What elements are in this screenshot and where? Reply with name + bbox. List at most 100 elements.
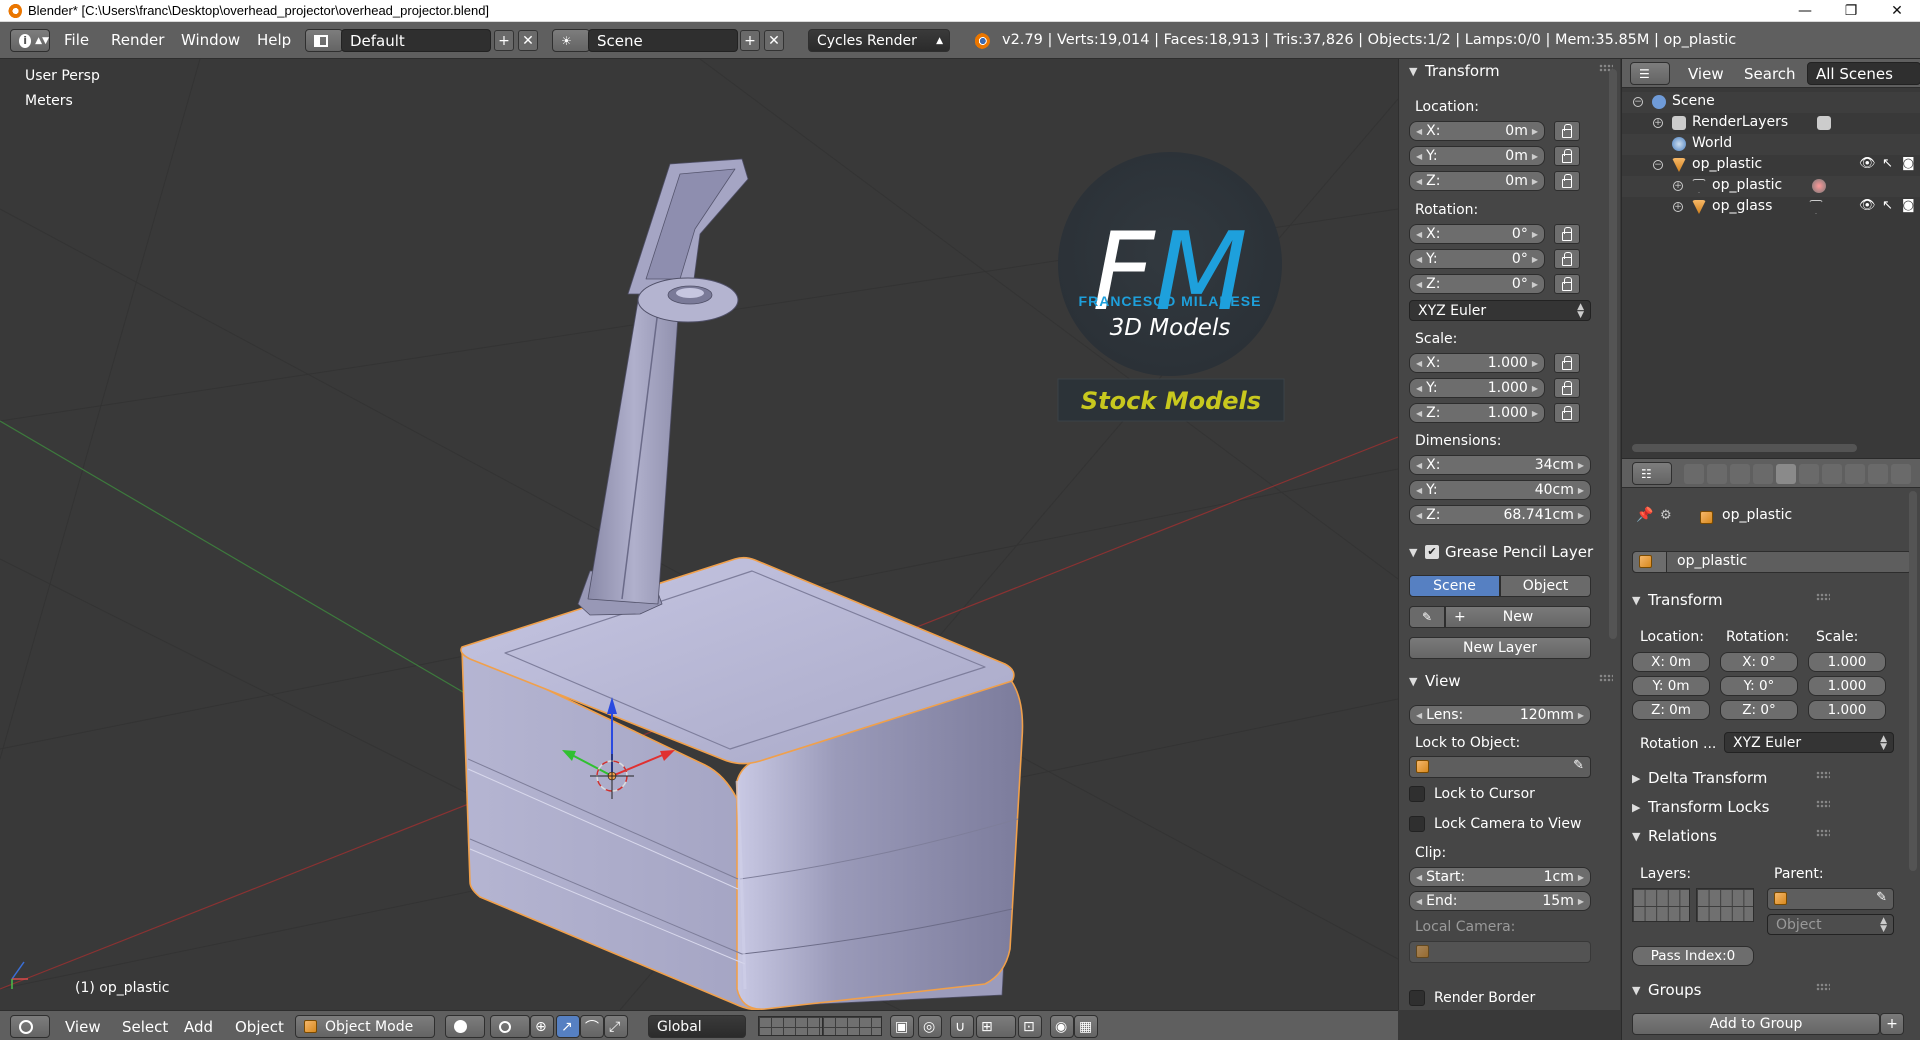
object-layers-grid-1[interactable] (1632, 888, 1690, 922)
obj-rotation-mode-select[interactable]: XYZ Euler ▲ ▼ (1724, 732, 1894, 753)
mode-select[interactable]: Object Mode (295, 1015, 435, 1038)
object-tab-cube-icon[interactable] (1776, 464, 1796, 484)
visibility-eye-icon[interactable]: 👁 (1859, 198, 1876, 213)
outliner-row-scene[interactable]: − Scene (1622, 92, 1920, 113)
lock-location-z-icon[interactable] (1554, 171, 1580, 191)
outliner-row-op-plastic-object[interactable]: − op_plastic 👁 ↖ ◙ (1622, 155, 1920, 176)
dimension-x-field[interactable]: ◀ X: 34cm ▶ (1409, 455, 1591, 475)
remove-screen-icon[interactable]: ✕ (518, 30, 538, 51)
obj-rotation-y-field[interactable]: Y: 0° (1720, 676, 1798, 696)
render-border-checkbox[interactable] (1409, 990, 1425, 1006)
add-scene-icon[interactable]: + (740, 30, 760, 51)
obj-rotation-z-field[interactable]: Z: 0° (1720, 700, 1798, 720)
panel-grip-icon[interactable] (1816, 593, 1830, 601)
obj-scale-y-field[interactable]: 1.000 (1808, 676, 1886, 696)
expand-icon[interactable]: + (1673, 181, 1683, 191)
location-y-field[interactable]: ◀ Y: 0m ▶ (1409, 146, 1545, 166)
delta-transform-panel-header[interactable]: ▶ Delta Transform (1622, 767, 1844, 789)
eyedropper-icon[interactable]: ✎ (1573, 758, 1584, 773)
dimension-y-field[interactable]: ◀ Y: 40cm ▶ (1409, 480, 1591, 500)
lock-object-field[interactable]: ✎ (1409, 756, 1591, 778)
scene-browse-button[interactable]: ☀ (552, 29, 590, 52)
rotate-manipulator-toggle[interactable]: ⌒ (580, 1015, 604, 1038)
lock-to-cursor-checkbox[interactable] (1409, 786, 1425, 802)
material-tab-icon[interactable] (1868, 464, 1888, 484)
grease-pencil-browse-button[interactable]: ✎ (1409, 606, 1445, 628)
lock-rotation-z-icon[interactable] (1554, 274, 1580, 294)
renderability-camera-icon[interactable]: ◙ (1902, 198, 1915, 213)
menu-add[interactable]: Add (184, 1018, 213, 1036)
add-screen-icon[interactable]: + (494, 30, 514, 51)
lens-field[interactable]: ◀ Lens: 120mm ▶ (1409, 705, 1591, 725)
screen-layout-browse-button[interactable] (305, 29, 343, 52)
render-engine-select[interactable]: Cycles Render ▲ (808, 29, 950, 52)
grease-pencil-checkbox[interactable]: ✔ (1425, 545, 1439, 559)
location-x-field[interactable]: ◀ X: 0m ▶ (1409, 121, 1545, 141)
add-to-group-button[interactable]: Add to Group (1632, 1013, 1880, 1035)
visibility-eye-icon[interactable]: 👁 (1859, 156, 1876, 171)
groups-panel-header[interactable]: ▼ Groups (1622, 979, 1844, 1001)
layer-lock-toggle[interactable]: ▣ (890, 1015, 914, 1038)
close-button[interactable]: ✕ (1874, 0, 1920, 22)
obj-location-x-field[interactable]: X: 0m (1632, 652, 1710, 672)
lock-camera-checkbox[interactable] (1409, 816, 1425, 832)
translate-manipulator-toggle[interactable]: ↗ (556, 1015, 580, 1038)
snap-toggle[interactable]: ∪ (950, 1015, 974, 1038)
scene-tab-icon[interactable] (1730, 464, 1750, 484)
outliner-row-op-plastic-mesh[interactable]: + op_plastic (1622, 176, 1920, 197)
menu-render[interactable]: Render (111, 31, 164, 49)
pin-icon[interactable]: 📌 (1636, 507, 1653, 523)
scene-field[interactable]: Scene (588, 29, 738, 52)
outliner-row-world[interactable]: World (1622, 134, 1920, 155)
new-layer-button[interactable]: New Layer (1409, 637, 1591, 659)
menu-view[interactable]: View (65, 1018, 101, 1036)
projector-model[interactable] (460, 158, 1024, 1010)
selectability-arrow-icon[interactable]: ↖ (1882, 198, 1893, 213)
maximize-button[interactable]: ❐ (1828, 0, 1874, 22)
menu-object[interactable]: Object (235, 1018, 284, 1036)
view-panel-header[interactable]: ▼ View (1399, 670, 1620, 692)
snap-element-select[interactable]: ⊞ (976, 1015, 1016, 1038)
panel-grip-icon[interactable] (1816, 829, 1830, 837)
editor-type-3d-button[interactable] (10, 1015, 50, 1038)
lock-location-y-icon[interactable] (1554, 146, 1580, 166)
viewport-shading-select[interactable] (445, 1015, 485, 1038)
outliner-display-mode-select[interactable]: All Scenes (1807, 62, 1920, 85)
obj-scale-x-field[interactable]: 1.000 (1808, 652, 1886, 672)
3d-viewport[interactable]: FM FRANCESCO MILANESE 3D Models Stock Mo… (0, 59, 1398, 1010)
eyedropper-icon[interactable]: ✎ (1876, 890, 1887, 905)
scale-z-field[interactable]: ◀ Z: 1.000 ▶ (1409, 403, 1545, 423)
outliner-hscrollbar[interactable] (1632, 444, 1857, 452)
editor-type-properties-button[interactable]: ☷ (1632, 462, 1672, 485)
panel-grip-icon[interactable] (1599, 674, 1613, 682)
relations-panel-header[interactable]: ▼ Relations (1622, 825, 1844, 847)
local-camera-field[interactable] (1409, 941, 1591, 963)
scale-x-field[interactable]: ◀ X: 1.000 ▶ (1409, 353, 1545, 373)
manipulator-toggle[interactable]: ⊕ (530, 1015, 554, 1038)
modifiers-tab-wrench-icon[interactable] (1822, 464, 1842, 484)
lock-scale-y-icon[interactable] (1554, 378, 1580, 398)
minimize-button[interactable]: — (1782, 0, 1828, 22)
n-panel-scrollbar[interactable] (1609, 69, 1617, 639)
world-tab-icon[interactable] (1753, 464, 1773, 484)
screen-layout-field[interactable]: Default (341, 29, 491, 52)
lock-location-x-icon[interactable] (1554, 121, 1580, 141)
transform-panel-header[interactable]: ▼ Transform (1399, 60, 1620, 82)
remove-scene-icon[interactable]: ✕ (764, 30, 784, 51)
add-group-plus-icon[interactable]: + (1880, 1013, 1904, 1035)
selectability-arrow-icon[interactable]: ↖ (1882, 156, 1893, 171)
collapse-icon[interactable]: − (1653, 160, 1663, 170)
rotation-z-field[interactable]: ◀ Z: 0° ▶ (1409, 274, 1545, 294)
obj-scale-z-field[interactable]: 1.000 (1808, 700, 1886, 720)
render-layers-tab-icon[interactable] (1707, 464, 1727, 484)
menu-help[interactable]: Help (257, 31, 291, 49)
obj-location-z-field[interactable]: Z: 0m (1632, 700, 1710, 720)
expand-icon[interactable]: + (1673, 202, 1683, 212)
constraints-tab-icon[interactable] (1799, 464, 1819, 484)
rotation-x-field[interactable]: ◀ X: 0° ▶ (1409, 224, 1545, 244)
grease-pencil-panel-header[interactable]: ▼ ✔ Grease Pencil Layer (1399, 541, 1620, 563)
panel-grip-icon[interactable] (1816, 771, 1830, 779)
scale-manipulator-toggle[interactable]: ⤢ (604, 1015, 628, 1038)
location-z-field[interactable]: ◀ Z: 0m ▶ (1409, 171, 1545, 191)
transform-orientation-select[interactable]: Global (648, 1015, 746, 1038)
